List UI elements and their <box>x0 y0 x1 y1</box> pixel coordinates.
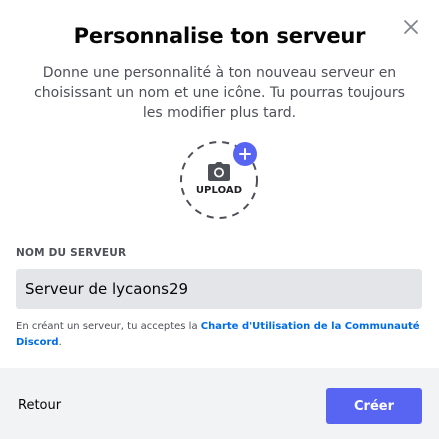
terms-prefix: En créant un serveur, tu acceptes la <box>16 321 201 332</box>
modal-footer: Retour Créer <box>0 368 439 439</box>
plus-icon <box>239 148 251 160</box>
back-button[interactable]: Retour <box>18 398 61 413</box>
modal-title: Personnalise ton serveur <box>73 24 366 48</box>
camera-icon <box>208 162 230 181</box>
create-button[interactable]: Créer <box>326 388 422 424</box>
create-server-modal: Personnalise ton serveur Donne une perso… <box>0 0 439 439</box>
terms-notice: En créant un serveur, tu acceptes la Cha… <box>16 319 422 351</box>
terms-suffix: . <box>58 337 62 348</box>
modal-subtitle: Donne une personnalité à ton nouveau ser… <box>34 65 405 121</box>
add-icon-badge[interactable] <box>233 142 257 166</box>
upload-icon-button[interactable]: UPLOAD <box>179 140 259 220</box>
server-name-input[interactable] <box>16 269 422 309</box>
server-name-label: NOM DU SERVEUR <box>16 247 127 259</box>
upload-label: UPLOAD <box>195 185 243 196</box>
